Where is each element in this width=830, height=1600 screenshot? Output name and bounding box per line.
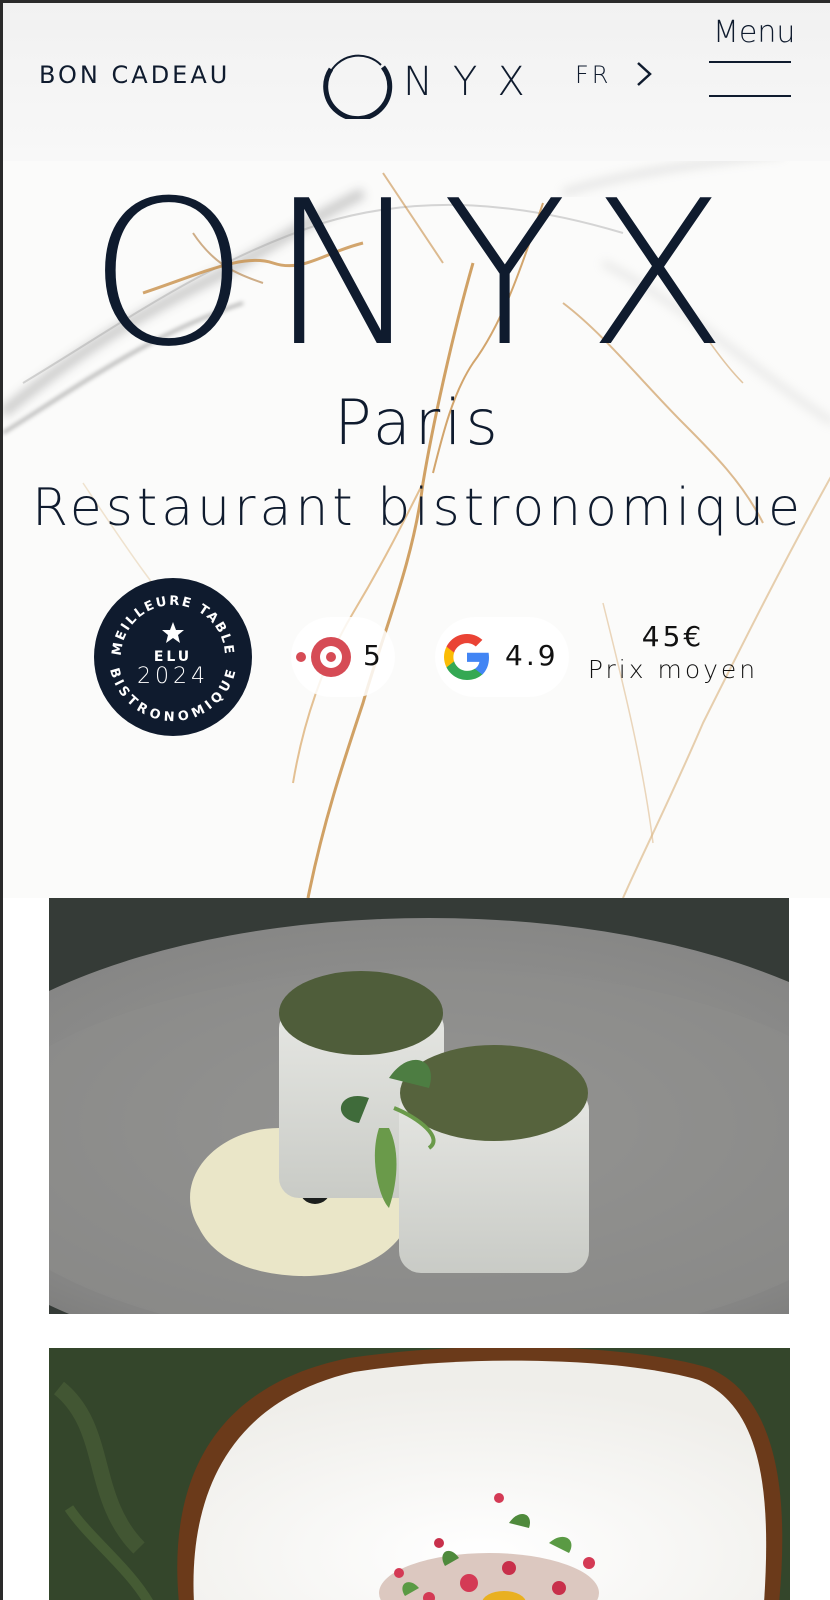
hero-city: Paris	[334, 386, 502, 459]
language-selector[interactable]: FR	[575, 61, 611, 89]
google-rating[interactable]: 4.9	[435, 617, 569, 697]
tripadvisor-icon	[296, 637, 351, 677]
menu-line-bottom	[709, 95, 791, 97]
onyx-logo[interactable]: NYX	[321, 47, 525, 123]
hero-title: ONYX	[88, 158, 748, 391]
dish-photo-scallops	[49, 898, 789, 1314]
chevron-right-icon[interactable]	[635, 61, 653, 91]
tripadvisor-rating[interactable]: 5	[291, 617, 395, 697]
award-badge: MEILLEURE TABLE BISTRONOMIQUE ELU 2024	[93, 577, 253, 737]
hero-subtitle: Restaurant bistronomique	[31, 478, 805, 538]
menu-line-top	[709, 61, 791, 63]
award-middle-text: ELU	[154, 649, 192, 665]
price-label: Prix moyen	[587, 655, 759, 684]
gift-card-link[interactable]: BON CADEAU	[39, 61, 230, 89]
price-value: 45€	[641, 620, 705, 653]
menu-label: Menu	[713, 15, 796, 50]
site-header: BON CADEAU NYX FR Menu	[3, 3, 830, 161]
tripadvisor-score: 5	[363, 639, 384, 672]
page-frame: BON CADEAU NYX FR Menu ONYX Paris Restau…	[0, 0, 830, 1600]
award-year: 2024	[137, 664, 209, 689]
menu-button[interactable]: Menu	[709, 15, 795, 101]
average-price: 45€ Prix moyen	[583, 620, 763, 684]
google-score: 4.9	[505, 639, 559, 672]
google-icon	[444, 634, 489, 680]
logo-text: NYX	[403, 59, 545, 105]
dish-photo-bowl	[49, 1348, 790, 1600]
